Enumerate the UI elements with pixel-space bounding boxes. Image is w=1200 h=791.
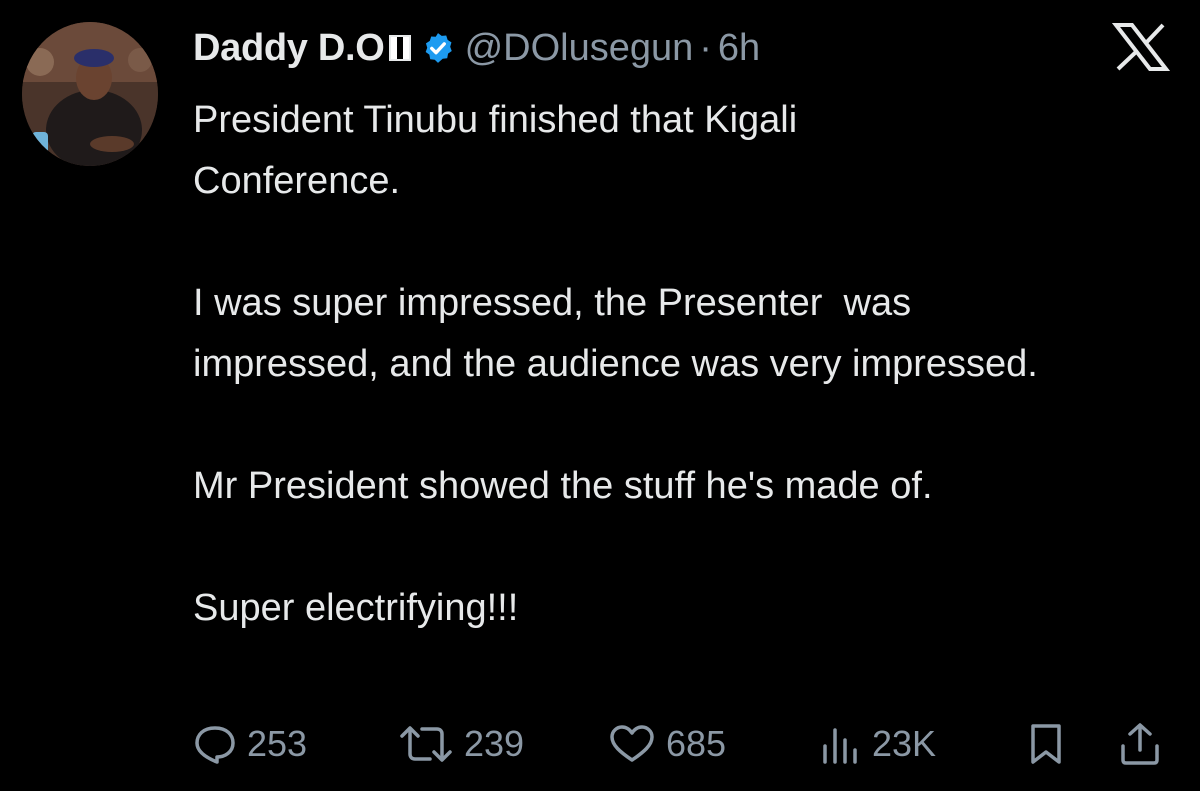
like-count: 685 [666,723,727,764]
view-count: 23K [872,723,937,764]
separator-dot: · [699,26,712,69]
views-button[interactable]: 23K [818,716,936,772]
avatar[interactable] [22,22,158,166]
display-name[interactable]: Daddy D.O [193,27,385,70]
avatar-photo [22,22,158,166]
views-chart-icon [823,728,857,764]
tweet-text: President Tinubu finished that Kigali Co… [193,90,1153,639]
retweet-button[interactable]: 239 [398,716,524,772]
timestamp[interactable]: 6h [718,27,760,70]
heart-icon [610,725,654,762]
verified-badge-icon[interactable] [421,31,455,65]
tweet-header: Daddy D.O @DOlusegun · 6h [193,24,760,72]
reply-button[interactable]: 253 [193,716,307,772]
tweet-paragraph: I was super impressed, the Presenter was… [193,282,1038,385]
user-handle[interactable]: @DOlusegun [465,27,694,70]
tweet-paragraph: President Tinubu finished that Kigali Co… [193,99,798,202]
x-logo-icon [1112,23,1170,71]
retweet-icon [400,726,452,762]
retweet-count: 239 [464,723,525,764]
tweet-paragraph: Mr President showed the stuff he's made … [193,465,933,507]
bookmark-icon [1031,724,1061,764]
share-button[interactable] [1118,716,1162,772]
nigeria-flag-icon [388,35,411,61]
bookmark-button[interactable] [1026,716,1066,772]
tweet-paragraph: Super electrifying!!! [193,587,519,629]
reply-icon [195,726,235,764]
reply-count: 253 [247,723,308,764]
like-button[interactable]: 685 [608,716,726,772]
tweet-actions: 253 239 685 23K [193,716,1178,772]
share-icon [1121,723,1159,765]
